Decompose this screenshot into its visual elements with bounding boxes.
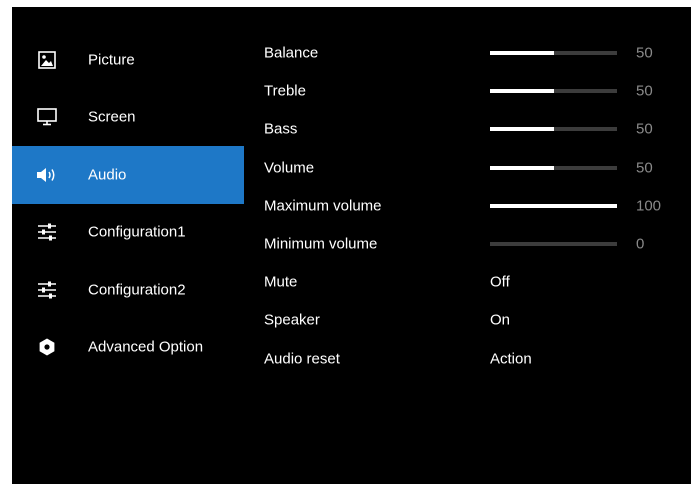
mute-value[interactable]: Off: [490, 274, 510, 291]
picture-icon: [36, 50, 58, 70]
slider-fill: [490, 203, 617, 208]
setting-row-audio-reset[interactable]: Audio reset Action: [264, 340, 684, 378]
setting-label: Speaker: [264, 311, 320, 329]
setting-row-bass[interactable]: Bass 50: [264, 110, 684, 148]
sidebar-item-label: Picture: [88, 51, 135, 69]
sidebar-item-label: Audio: [88, 166, 127, 184]
sliders-icon: [36, 222, 58, 242]
sliders-icon: [36, 280, 58, 300]
setting-row-speaker[interactable]: Speaker On: [264, 301, 684, 339]
sidebar-item-label: Screen: [88, 108, 136, 126]
osd-menu-screen: Picture Screen Audio Configuration1 Conf…: [12, 7, 691, 484]
sidebar-item-picture[interactable]: Picture: [12, 31, 244, 89]
sidebar-item-label: Advanced Option: [88, 338, 204, 356]
slider-fill: [490, 51, 554, 56]
balance-slider[interactable]: [490, 51, 617, 56]
sidebar-item-label: Configuration2: [88, 281, 186, 299]
slider-fill: [490, 165, 554, 170]
bass-slider[interactable]: [490, 127, 617, 132]
setting-label: Maximum volume: [264, 197, 382, 215]
slider-fill: [490, 89, 554, 94]
slider-fill: [490, 127, 554, 132]
setting-label: Balance: [264, 44, 319, 62]
slider-value: 50: [636, 120, 653, 138]
maximum-volume-slider[interactable]: [490, 203, 617, 208]
sidebar-menu: Picture Screen Audio Configuration1 Conf…: [12, 31, 244, 376]
audio-reset-action-button[interactable]: Action: [490, 350, 532, 367]
slider-value: 0: [636, 235, 645, 253]
slider-value: 50: [636, 44, 653, 62]
sidebar-item-configuration2[interactable]: Configuration2: [12, 261, 244, 319]
sidebar-item-screen[interactable]: Screen: [12, 89, 244, 147]
setting-label: Bass: [264, 120, 298, 138]
setting-label: Volume: [264, 159, 315, 177]
setting-label: Minimum volume: [264, 235, 378, 253]
speaker-value[interactable]: On: [490, 312, 510, 329]
sidebar-item-label: Configuration1: [88, 223, 186, 241]
sidebar-item-audio[interactable]: Audio: [12, 146, 244, 204]
setting-row-minimum-volume[interactable]: Minimum volume 0: [264, 225, 684, 263]
setting-row-treble[interactable]: Treble 50: [264, 72, 684, 110]
volume-slider[interactable]: [490, 165, 617, 170]
slider-value: 100: [636, 197, 662, 215]
slider-value: 50: [636, 159, 653, 177]
setting-row-volume[interactable]: Volume 50: [264, 149, 684, 187]
sidebar-item-configuration1[interactable]: Configuration1: [12, 204, 244, 262]
monitor-icon: [36, 107, 58, 127]
audio-settings-panel: Balance 50 Treble 50 Bass 50 Volume 50 M…: [264, 34, 684, 378]
setting-row-maximum-volume[interactable]: Maximum volume 100: [264, 187, 684, 225]
setting-label: Audio reset: [264, 350, 340, 368]
treble-slider[interactable]: [490, 89, 617, 94]
slider-value: 50: [636, 82, 653, 100]
setting-label: Mute: [264, 273, 298, 291]
speaker-icon: [36, 165, 58, 185]
minimum-volume-slider[interactable]: [490, 242, 617, 247]
sidebar-item-advanced-option[interactable]: Advanced Option: [12, 319, 244, 377]
gear-icon: [36, 337, 58, 357]
setting-row-mute[interactable]: Mute Off: [264, 263, 684, 301]
setting-row-balance[interactable]: Balance 50: [264, 34, 684, 72]
setting-label: Treble: [264, 82, 306, 100]
